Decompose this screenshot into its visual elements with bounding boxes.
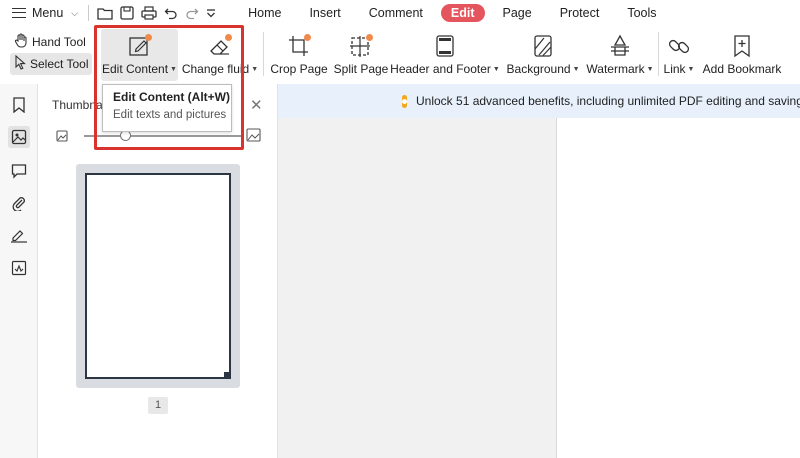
menu-bar: Menu ⌵ Home Insert Comment Edit Page Pro… (0, 0, 800, 26)
thumbnail-panel: Thumbnail ✕ 1 (38, 84, 278, 458)
hand-tool-button[interactable]: Hand Tool (10, 31, 90, 53)
dropdown-arrow-icon: ▼ (170, 65, 177, 73)
page-thumbnail-selected[interactable] (76, 164, 240, 388)
crop-page-button[interactable]: Crop Page (270, 29, 328, 81)
header-footer-button[interactable]: Header and Footer ▼ (390, 29, 500, 81)
split-page-label: Split Page (333, 62, 389, 76)
cursor-arrow-icon (14, 54, 26, 73)
tab-tools[interactable]: Tools (617, 4, 666, 22)
header-footer-icon (432, 29, 458, 59)
split-page-button[interactable]: Split Page (334, 29, 388, 81)
main-menu-button[interactable]: Menu ⌵ (12, 6, 78, 20)
save-icon[interactable] (120, 6, 134, 20)
attachment-paperclip-icon[interactable] (8, 192, 30, 214)
select-tool-button[interactable]: Select Tool (10, 53, 93, 75)
customize-toolbar-icon[interactable] (206, 6, 216, 20)
edit-ribbon: Hand Tool Select Tool Edit Content ▼ Chan… (0, 26, 800, 83)
tab-home[interactable]: Home (238, 4, 291, 22)
edit-content-label: Edit Content (102, 62, 169, 76)
hand-tool-label: Hand Tool (32, 35, 86, 49)
tab-comment[interactable]: Comment (359, 4, 433, 22)
quick-access-toolbar (97, 6, 216, 20)
eraser-icon (207, 29, 233, 59)
hand-icon (14, 33, 28, 51)
zoom-in-image-icon[interactable] (246, 128, 261, 147)
zoom-out-image-icon[interactable] (56, 129, 68, 147)
thumbnail-resize-handle (224, 372, 229, 377)
tab-page[interactable]: Page (493, 4, 542, 22)
premium-badge-icon (402, 94, 407, 108)
dropdown-arrow-icon: ▼ (687, 65, 695, 73)
tab-edit[interactable]: Edit (440, 4, 485, 22)
ribbon-divider (263, 32, 264, 76)
ribbon-divider (658, 32, 659, 76)
tooltip-description: Edit texts and pictures (113, 109, 227, 121)
menu-divider (88, 5, 90, 21)
split-page-icon (348, 29, 374, 59)
background-button[interactable]: Background ▼ (506, 29, 580, 81)
tab-protect[interactable]: Protect (550, 4, 610, 22)
link-chain-icon (666, 29, 692, 59)
hamburger-icon (12, 8, 26, 18)
print-icon[interactable] (141, 6, 157, 20)
header-footer-label: Header and Footer (390, 62, 491, 76)
bookmark-panel-icon[interactable] (8, 94, 30, 116)
dropdown-arrow-icon: ▼ (251, 65, 259, 73)
link-label: Link (663, 62, 686, 76)
tab-insert[interactable]: Insert (299, 4, 350, 22)
watermark-label: Watermark (586, 62, 645, 76)
thumbnail-panel-title: Thumbnail (52, 98, 109, 112)
dropdown-arrow-icon: ▼ (572, 65, 580, 73)
add-bookmark-button[interactable]: Add Bookmark (702, 29, 782, 81)
watermark-icon (607, 29, 633, 59)
background-icon (530, 29, 556, 59)
left-sidebar-rail (0, 84, 38, 458)
menu-tabs: Home Insert Comment Edit Page Protect To… (238, 4, 674, 22)
chevron-down-icon: ⌵ (71, 7, 79, 18)
tooltip-title: Edit Content (Alt+W) (113, 90, 230, 104)
link-button[interactable]: Link ▼ (664, 29, 694, 81)
comment-panel-icon[interactable] (8, 160, 30, 182)
change-fluid-button[interactable]: Change fluid ▼ (181, 29, 259, 81)
page-thumbnail-image (85, 173, 231, 379)
page-number-label: 1 (148, 397, 168, 414)
bookmark-add-icon (729, 29, 755, 59)
add-bookmark-label: Add Bookmark (702, 62, 782, 76)
edit-content-tooltip: Edit Content (Alt+W) Edit texts and pict… (102, 84, 232, 132)
ribbon-divider (94, 32, 95, 76)
form-fields-icon[interactable] (8, 257, 30, 279)
thumbnail-panel-icon[interactable] (8, 126, 30, 148)
crop-icon (286, 29, 312, 59)
open-folder-icon[interactable] (97, 6, 113, 20)
signature-icon[interactable] (8, 224, 30, 246)
upgrade-banner-text: Unlock 51 advanced benefits, including u… (416, 94, 800, 108)
close-icon[interactable]: ✕ (250, 96, 263, 114)
change-fluid-label: Change fluid (181, 62, 250, 76)
menu-label: Menu (32, 6, 64, 20)
zoom-slider-track[interactable] (84, 135, 244, 137)
edit-content-button[interactable]: Edit Content ▼ (101, 29, 178, 81)
redo-icon[interactable] (185, 6, 199, 20)
pdf-editor-window: Menu ⌵ Home Insert Comment Edit Page Pro… (0, 0, 800, 458)
document-viewport: Unlock 51 advanced benefits, including u… (278, 84, 800, 458)
dropdown-arrow-icon: ▼ (646, 65, 654, 73)
dropdown-arrow-icon: ▼ (492, 65, 500, 73)
upgrade-banner[interactable]: Unlock 51 advanced benefits, including u… (278, 84, 800, 118)
select-tool-label: Select Tool (30, 57, 89, 71)
undo-icon[interactable] (164, 6, 178, 20)
crop-page-label: Crop Page (270, 62, 328, 76)
background-label: Background (506, 62, 571, 76)
pdf-page-canvas[interactable] (556, 118, 800, 458)
watermark-button[interactable]: Watermark ▼ (586, 29, 654, 81)
edit-content-icon (127, 29, 153, 59)
